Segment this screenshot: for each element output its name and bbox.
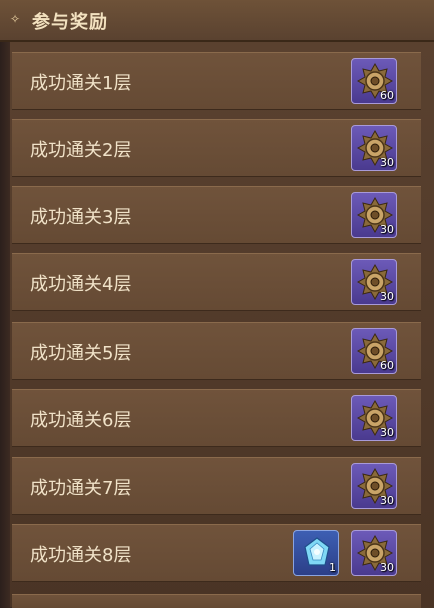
reward-count: 30	[380, 494, 394, 507]
reward-row-3: 成功通关3层 30	[12, 186, 421, 244]
row-label: 成功通关3层	[30, 207, 132, 228]
reward-count: 1	[329, 561, 336, 574]
reward-row-8: 成功通关8层 1 30	[12, 524, 421, 582]
reward-count: 60	[380, 359, 394, 372]
row-label: 成功通关8层	[30, 545, 132, 566]
row-label: 成功通关7层	[30, 478, 132, 499]
bronze-coin-reward[interactable]: 30	[351, 463, 397, 509]
reward-row-5: 成功通关5层 60	[12, 322, 421, 380]
diamond-icon: ✧	[10, 12, 21, 26]
reward-count: 30	[380, 290, 394, 303]
next-row-partial	[12, 594, 421, 608]
row-label: 成功通关6层	[30, 410, 132, 431]
row-label: 成功通关4层	[30, 274, 132, 295]
bronze-coin-reward[interactable]: 30	[351, 530, 397, 576]
row-label: 成功通关2层	[30, 140, 132, 161]
reward-count: 30	[380, 156, 394, 169]
reward-count: 30	[380, 223, 394, 236]
panel-header: ✧ 参与奖励	[0, 0, 434, 42]
rewards-panel: ✧ 参与奖励 成功通关1层 60 成功通关2层 30 成功通关3层 30 成功通…	[0, 0, 434, 608]
bronze-coin-reward[interactable]: 30	[351, 125, 397, 171]
reward-count: 30	[380, 561, 394, 574]
bronze-coin-reward[interactable]: 60	[351, 58, 397, 104]
bronze-coin-reward[interactable]: 30	[351, 192, 397, 238]
reward-row-4: 成功通关4层 30	[12, 253, 421, 311]
bronze-coin-reward[interactable]: 30	[351, 259, 397, 305]
reward-row-2: 成功通关2层 30	[12, 119, 421, 177]
panel-left-edge	[0, 42, 10, 607]
reward-count: 30	[380, 426, 394, 439]
reward-row-7: 成功通关7层 30	[12, 457, 421, 515]
bronze-coin-reward[interactable]: 30	[351, 395, 397, 441]
row-label: 成功通关1层	[30, 73, 132, 94]
reward-count: 60	[380, 89, 394, 102]
page-title: 参与奖励	[32, 12, 108, 33]
reward-row-6: 成功通关6层 30	[12, 389, 421, 447]
reward-row-1: 成功通关1层 60	[12, 52, 421, 110]
row-label: 成功通关5层	[30, 343, 132, 364]
bronze-coin-reward[interactable]: 60	[351, 328, 397, 374]
blue-crystal-reward[interactable]: 1	[293, 530, 339, 576]
